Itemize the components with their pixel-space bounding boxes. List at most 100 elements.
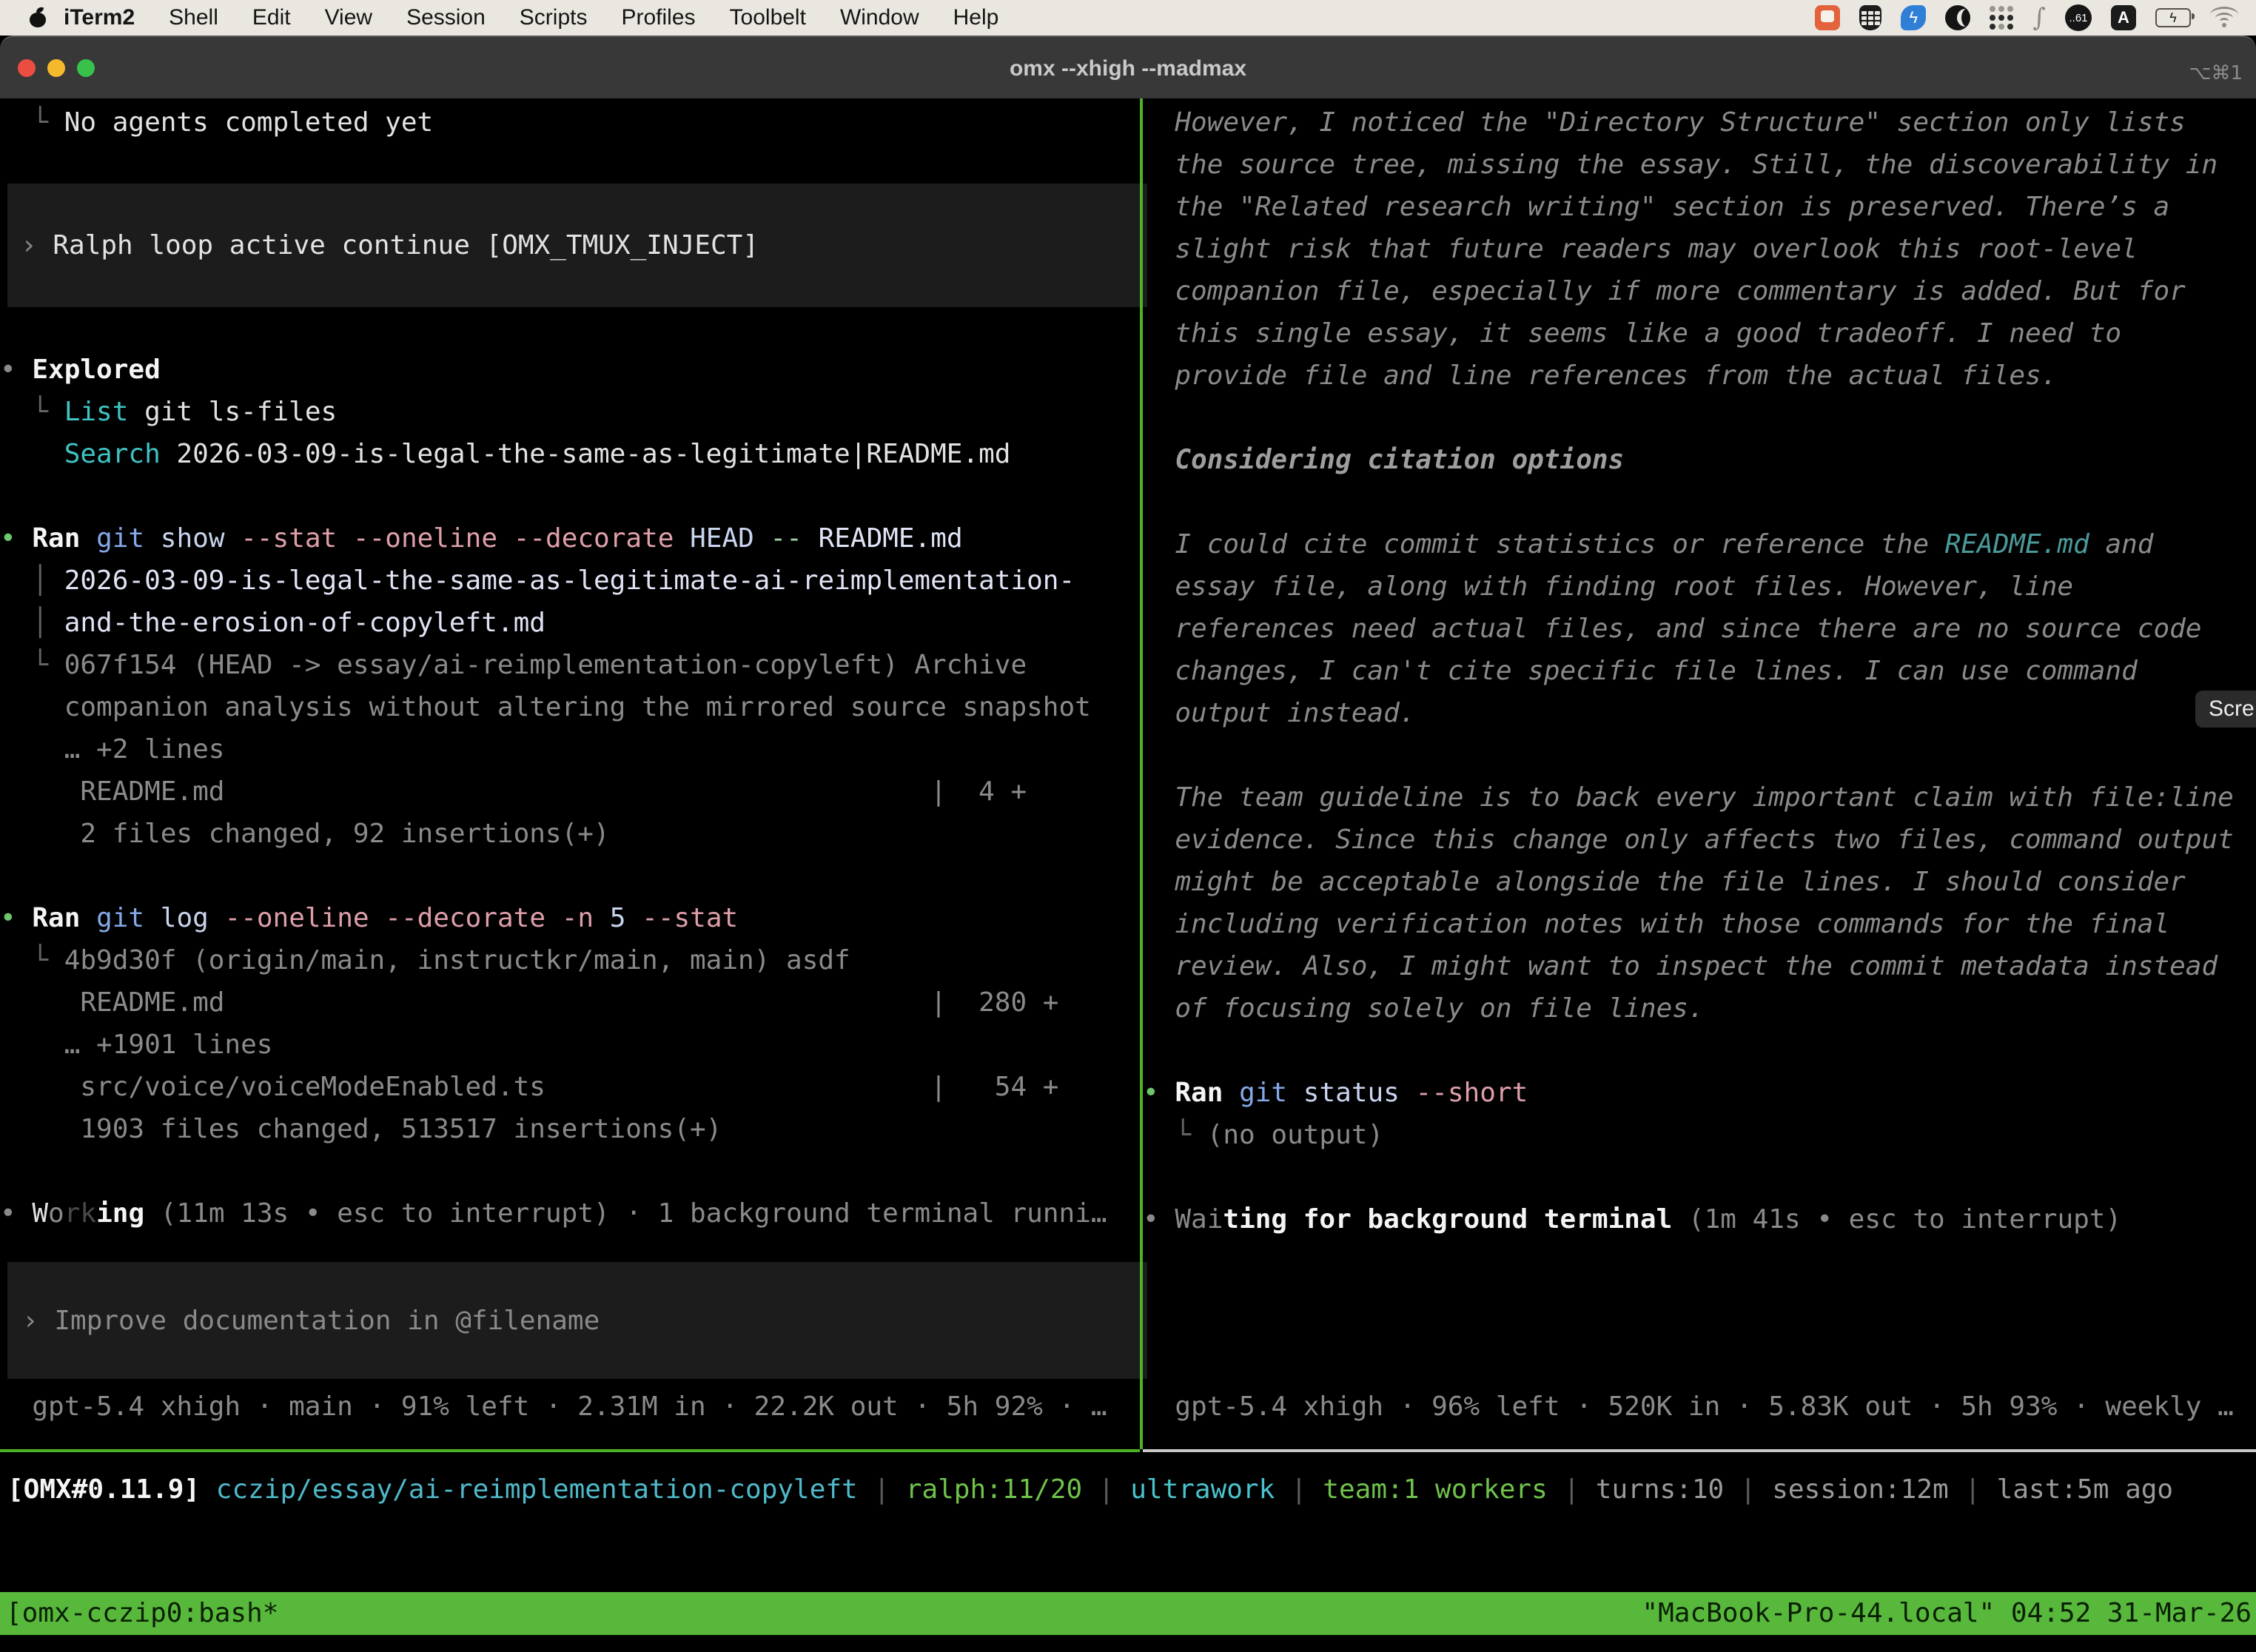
- terminal-line: [0, 475, 1153, 517]
- terminal-line: └ (no output): [1143, 1114, 2256, 1156]
- menu-item-session[interactable]: Session: [389, 5, 503, 30]
- terminal-line: [1143, 1156, 2256, 1198]
- terminal-line: │ and-the-erosion-of-copyleft.md: [0, 602, 1153, 644]
- left-transcript: • Explored └ List git ls-files Search 20…: [0, 349, 1153, 1235]
- terminal-line: [1143, 397, 2256, 439]
- terminal-line: provide file and line references from th…: [1143, 355, 2256, 397]
- menu-status-icons: ϟ ∫ ..61 A ϟ: [1815, 4, 2256, 31]
- terminal-line: • Waiting for background terminal (1m 41…: [1143, 1198, 2256, 1240]
- minimize-button[interactable]: [47, 59, 65, 77]
- menu-item-shell[interactable]: Shell: [152, 5, 235, 30]
- menu-item-help[interactable]: Help: [936, 5, 1016, 30]
- terminal-line: └ No agents completed yet: [0, 101, 433, 144]
- terminal-line: › Ralph loop active continue [OMX_TMUX_I…: [21, 224, 1147, 266]
- terminal-line: … +1901 lines: [0, 1024, 1153, 1066]
- traffic-lights: [18, 59, 95, 77]
- terminal-line: I could cite commit statistics or refere…: [1143, 523, 2256, 565]
- terminal-line: [0, 1150, 1153, 1192]
- terminal-line: might be acceptable alongside the file l…: [1143, 861, 2256, 903]
- screen: { "menubar": { "items": ["iTerm2","Shell…: [0, 0, 2256, 1652]
- menu-item-profiles[interactable]: Profiles: [604, 5, 712, 30]
- terminal-line: • Ran git log --oneline --decorate -n 5 …: [0, 897, 1153, 939]
- terminal-line: • Ran git status --short: [1143, 1072, 2256, 1114]
- left-model-status: gpt-5.4 xhigh · main · 91% left · 2.31M …: [0, 1386, 1153, 1428]
- terminal-line: Search 2026-03-09-is-legal-the-same-as-l…: [0, 433, 1153, 475]
- terminal-line: companion analysis without altering the …: [0, 686, 1153, 728]
- count-badge-icon[interactable]: ..61: [2065, 4, 2092, 31]
- terminal-line: evidence. Since this change only affects…: [1143, 819, 2256, 861]
- menu-item-scripts[interactable]: Scripts: [503, 5, 605, 30]
- terminal-line: • Ran git show --stat --oneline --decora…: [0, 517, 1153, 560]
- terminal-line: gpt-5.4 xhigh · 96% left · 520K in · 5.8…: [1143, 1386, 2256, 1428]
- terminal-line: [0, 855, 1153, 897]
- terminal-line: README.md | 280 +: [0, 981, 1153, 1024]
- wifi-icon[interactable]: [2210, 4, 2238, 31]
- chat-app-icon[interactable]: [1815, 4, 1840, 31]
- menu-item-view[interactable]: View: [308, 5, 389, 30]
- screen-tooltip: Scre: [2195, 691, 2256, 728]
- terminal-line: of focusing solely on file lines.: [1143, 987, 2256, 1030]
- dots-grid-icon[interactable]: [1990, 4, 2013, 31]
- macos-menu-bar: iTerm2ShellEditViewSessionScriptsProfile…: [0, 0, 2256, 36]
- close-button[interactable]: [18, 59, 36, 77]
- assistant-a-icon[interactable]: A: [2111, 4, 2136, 31]
- window-title: omx --xhigh --madmax: [1010, 56, 1246, 81]
- terminal-line: including verification notes with those …: [1143, 903, 2256, 945]
- terminal-line: src/voice/voiceModeEnabled.ts | 54 +: [0, 1066, 1153, 1108]
- menu-item-iterm2[interactable]: iTerm2: [64, 5, 152, 30]
- menu-left: iTerm2ShellEditViewSessionScriptsProfile…: [0, 5, 1015, 30]
- terminal-line: the "Related research writing" section i…: [1143, 186, 2256, 228]
- ralph-loop-banner: › Ralph loop active continue [OMX_TMUX_I…: [7, 184, 1147, 307]
- window-title-bar[interactable]: omx --xhigh --madmax ⌥⌘1: [0, 36, 2256, 100]
- pane-right[interactable]: However, I noticed the "Directory Struct…: [1143, 98, 2256, 1449]
- terminal-line: 1903 files changed, 513517 insertions(+): [0, 1108, 1153, 1150]
- bolt-blue-icon[interactable]: ϟ: [1901, 4, 1926, 31]
- tmux-host-clock: "MacBook-Pro-44.local" 04:52 31-Mar-26: [1642, 1592, 2256, 1635]
- terminal-line: output instead.: [1143, 692, 2256, 734]
- window-shortcut-badge: ⌥⌘1: [2189, 62, 2243, 84]
- omx-session-status: [OMX#0.11.9] cczip/essay/ai-reimplementa…: [7, 1468, 2256, 1511]
- squiggle-icon[interactable]: ∫: [2032, 4, 2046, 31]
- terminal-line: [OMX#0.11.9] cczip/essay/ai-reimplementa…: [7, 1468, 2256, 1511]
- right-transcript: However, I noticed the "Directory Struct…: [1143, 101, 2256, 1240]
- terminal-line: slight risk that future readers may over…: [1143, 228, 2256, 270]
- terminal-line: • Explored: [0, 349, 1153, 391]
- agents-summary: └ No agents completed yet: [0, 101, 433, 144]
- moon-app-icon[interactable]: [1945, 4, 1970, 31]
- terminal-line: this single essay, it seems like a good …: [1143, 312, 2256, 355]
- right-prompt-input[interactable]: › Improve documentation in @filename: [9, 1262, 1121, 1379]
- terminal-line: [1143, 1030, 2256, 1072]
- menu-items: iTerm2ShellEditViewSessionScriptsProfile…: [64, 5, 1015, 30]
- zoom-button[interactable]: [77, 59, 95, 77]
- terminal-line: └ 4b9d30f (origin/main, instructkr/main,…: [0, 939, 1153, 981]
- terminal-line: the source tree, missing the essay. Stil…: [1143, 144, 2256, 186]
- right-model-status: gpt-5.4 xhigh · 96% left · 520K in · 5.8…: [1143, 1386, 2256, 1428]
- menu-item-toolbelt[interactable]: Toolbelt: [713, 5, 823, 30]
- left-pane-bottom-border: [0, 1449, 1140, 1452]
- apple-menu-icon[interactable]: [28, 7, 47, 29]
- terminal-line: However, I noticed the "Directory Struct…: [1143, 101, 2256, 144]
- terminal-line: › Improve documentation in @filename: [22, 1300, 1121, 1342]
- terminal-line: • Working (11m 13s • esc to interrupt) ·…: [0, 1192, 1153, 1235]
- terminal-line: [1143, 481, 2256, 523]
- terminal-content: └ No agents completed yet • Explored └ L…: [0, 98, 2256, 1652]
- terminal-line: └ 067f154 (HEAD -> essay/ai-reimplementa…: [0, 644, 1153, 686]
- terminal-line: … +2 lines: [0, 728, 1153, 770]
- menu-item-window[interactable]: Window: [823, 5, 936, 30]
- terminal-line: [1143, 734, 2256, 776]
- tmux-session-name[interactable]: [omx-cczip0:bash*: [0, 1592, 278, 1635]
- tmux-status-bar: [omx-cczip0:bash* "MacBook-Pro-44.local"…: [0, 1592, 2256, 1635]
- terminal-line: └ List git ls-files: [0, 391, 1153, 433]
- menu-item-edit[interactable]: Edit: [235, 5, 308, 30]
- terminal-line: references need actual files, and since …: [1143, 608, 2256, 650]
- terminal-line: companion file, especially if more comme…: [1143, 270, 2256, 312]
- terminal-line: The team guideline is to back every impo…: [1143, 776, 2256, 819]
- keyboard-shield-icon[interactable]: [1859, 4, 1881, 31]
- terminal-line: Considering citation options: [1143, 439, 2256, 481]
- terminal-line: gpt-5.4 xhigh · main · 91% left · 2.31M …: [0, 1386, 1153, 1428]
- terminal-line: changes, I can't cite specific file line…: [1143, 650, 2256, 692]
- terminal-line: essay file, along with finding root file…: [1143, 565, 2256, 608]
- terminal-line: review. Also, I might want to inspect th…: [1143, 945, 2256, 987]
- terminal-line: │ 2026-03-09-is-legal-the-same-as-legiti…: [0, 560, 1153, 602]
- battery-icon[interactable]: ϟ: [2155, 4, 2191, 31]
